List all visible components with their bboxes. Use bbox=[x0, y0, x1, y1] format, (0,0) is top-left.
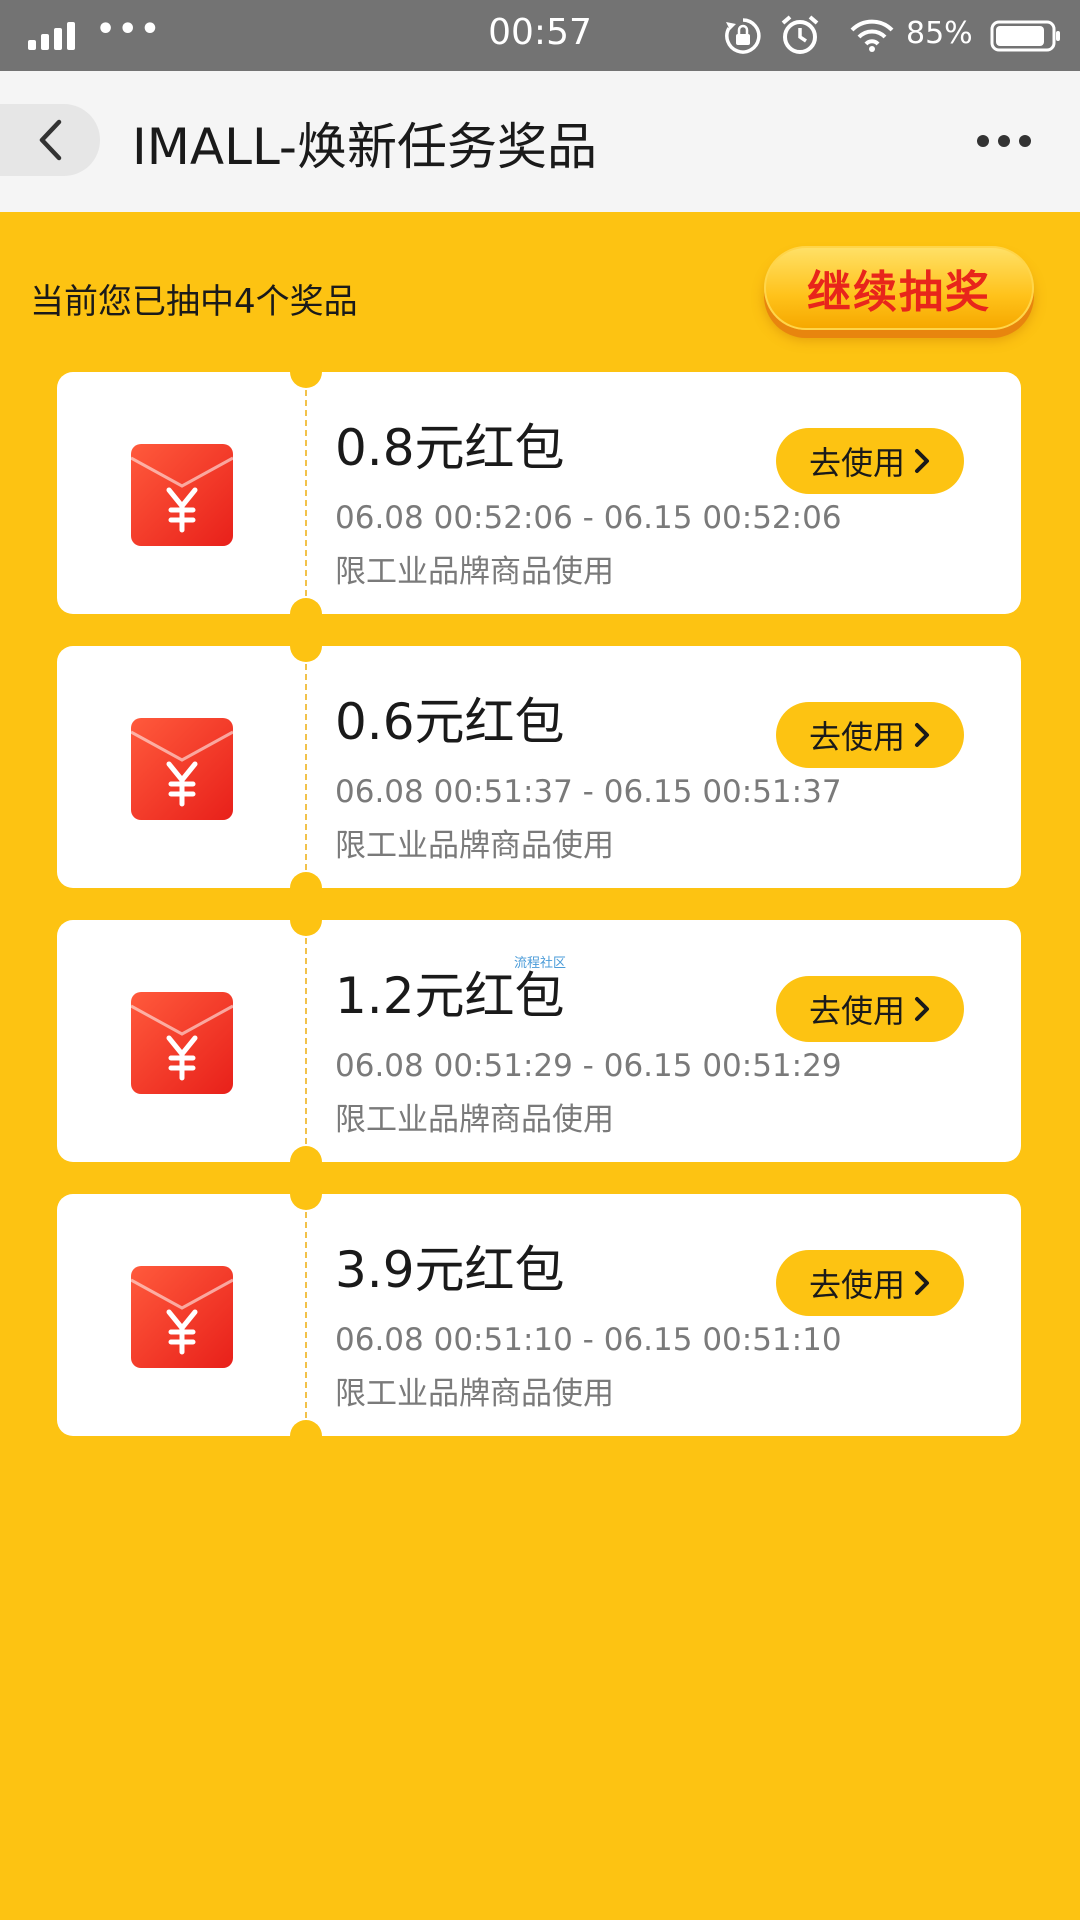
prize-name: 0.6元红包 bbox=[335, 693, 565, 751]
use-button[interactable]: 去使用 bbox=[776, 1250, 964, 1316]
use-button[interactable]: 去使用 bbox=[776, 428, 964, 494]
prize-name: 3.9元红包 bbox=[335, 1241, 565, 1299]
watermark-text: 流程社区 bbox=[514, 956, 567, 971]
status-bar: ••• 00:57 85% bbox=[0, 0, 1080, 71]
prize-name: 0.8元红包 bbox=[335, 419, 565, 477]
page-title: IMALL-焕新任务奖品 bbox=[132, 118, 597, 176]
prize-card: 0.6元红包 06.08 00:51:37 - 06.15 00:51:37 限… bbox=[57, 630, 1021, 904]
more-dots-icon bbox=[977, 135, 1031, 147]
use-button[interactable]: 去使用 bbox=[776, 702, 964, 768]
card-divider bbox=[305, 1212, 307, 1418]
battery-icon bbox=[990, 20, 1060, 52]
red-envelope-icon bbox=[131, 992, 233, 1094]
red-envelope-icon bbox=[131, 1266, 233, 1368]
chevron-left-icon bbox=[39, 119, 62, 161]
chevron-right-icon bbox=[915, 449, 929, 473]
prize-restriction: 限工业品牌商品使用 bbox=[335, 828, 614, 864]
chevron-right-icon bbox=[915, 1271, 929, 1295]
prize-validity: 06.08 00:51:29 - 06.15 00:51:29 bbox=[335, 1048, 842, 1084]
prize-validity: 06.08 00:51:10 - 06.15 00:51:10 bbox=[335, 1322, 842, 1358]
prize-list: 0.8元红包 06.08 00:52:06 - 06.15 00:52:06 限… bbox=[57, 356, 1021, 1468]
prize-count-summary: 当前您已抽中4个奖品 bbox=[30, 282, 358, 322]
card-divider bbox=[305, 390, 307, 596]
prize-restriction: 限工业品牌商品使用 bbox=[335, 554, 614, 590]
use-button-label: 去使用 bbox=[808, 718, 905, 756]
prize-restriction: 限工业品牌商品使用 bbox=[335, 1102, 614, 1138]
use-button-label: 去使用 bbox=[808, 992, 905, 1030]
alarm-icon bbox=[781, 15, 819, 54]
red-envelope-icon bbox=[131, 718, 233, 820]
red-envelope-icon bbox=[131, 444, 233, 546]
prize-validity: 06.08 00:52:06 - 06.15 00:52:06 bbox=[335, 500, 842, 536]
continue-lottery-button[interactable]: 继续抽奖 bbox=[764, 246, 1034, 330]
battery-percent: 85% bbox=[906, 16, 973, 51]
use-button[interactable]: 去使用 bbox=[776, 976, 964, 1042]
use-button-label: 去使用 bbox=[808, 444, 905, 482]
back-button[interactable] bbox=[0, 104, 100, 176]
chevron-right-icon bbox=[915, 723, 929, 747]
prize-card: 3.9元红包 06.08 00:51:10 - 06.15 00:51:10 限… bbox=[57, 1178, 1021, 1452]
use-button-label: 去使用 bbox=[808, 1266, 905, 1304]
card-divider bbox=[305, 664, 307, 870]
chevron-right-icon bbox=[915, 997, 929, 1021]
rotation-lock-icon bbox=[725, 18, 761, 54]
prize-card: 0.8元红包 06.08 00:52:06 - 06.15 00:52:06 限… bbox=[57, 356, 1021, 630]
nav-bar: IMALL-焕新任务奖品 bbox=[0, 71, 1080, 212]
more-button[interactable] bbox=[964, 121, 1044, 161]
card-divider bbox=[305, 938, 307, 1144]
wifi-icon bbox=[850, 19, 894, 52]
prize-restriction: 限工业品牌商品使用 bbox=[335, 1376, 614, 1412]
prize-validity: 06.08 00:51:37 - 06.15 00:51:37 bbox=[335, 774, 842, 810]
